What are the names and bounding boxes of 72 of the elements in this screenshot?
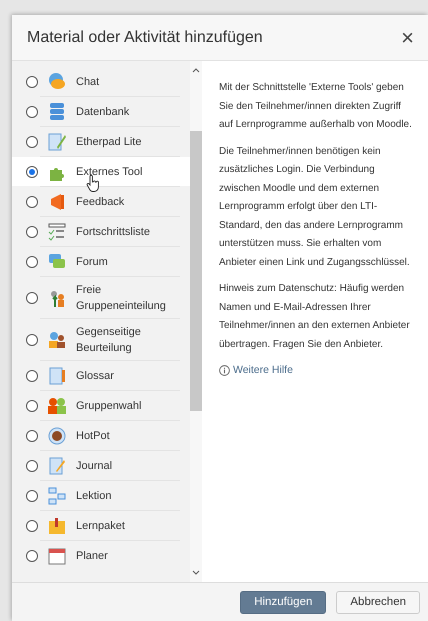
activity-label: Etherpad Lite xyxy=(76,134,142,150)
activity-option[interactable]: Freie Gruppeneinteilung xyxy=(12,277,190,318)
description-paragraph: Mit der Schnittstelle 'Externe Tools' geben Sie den Teilnehmer/innen direkten Zugriff auf Lernprogramme außerhalb von Moodle. xyxy=(219,81,413,132)
activity-label: Fortschrittsliste xyxy=(76,224,151,240)
document-pencil-icon xyxy=(47,456,67,476)
scrollbar-thumb[interactable] xyxy=(190,131,202,411)
radio-button[interactable] xyxy=(26,430,38,442)
chevron-down-icon[interactable] xyxy=(192,570,200,576)
radio-button[interactable] xyxy=(26,460,38,472)
radio-button[interactable] xyxy=(26,334,38,346)
calendar-icon xyxy=(47,546,67,566)
radio-button[interactable] xyxy=(26,550,38,562)
activity-label: Forum xyxy=(76,254,109,270)
activity-label: Glossar xyxy=(76,368,115,384)
radio-button[interactable] xyxy=(26,400,38,412)
two-people-icon xyxy=(47,330,67,350)
radio-button[interactable] xyxy=(26,136,38,148)
activity-label: Lektion xyxy=(76,488,112,504)
radio-button[interactable] xyxy=(26,196,38,208)
activity-label: Lernpaket xyxy=(76,518,126,534)
add-button[interactable]: Hinzufügen xyxy=(240,590,326,614)
activity-label: Planer xyxy=(76,548,109,564)
dialog-title: Material oder Aktivität hinzufügen xyxy=(27,28,263,46)
chat-bubbles-icon xyxy=(47,72,67,92)
radio-button[interactable] xyxy=(26,76,38,88)
radio-button[interactable] xyxy=(26,490,38,502)
help-link[interactable]: Weitere Hilfe xyxy=(219,364,293,376)
activity-label: Freie Gruppeneinteilung xyxy=(76,282,166,314)
radio-button[interactable] xyxy=(26,292,38,304)
info-icon xyxy=(219,364,230,376)
activity-option[interactable]: Forum xyxy=(12,247,190,276)
database-icon xyxy=(47,102,67,122)
radio-button[interactable] xyxy=(26,520,38,532)
people-icon xyxy=(47,396,67,416)
close-button[interactable]: × xyxy=(399,26,416,48)
activity-option[interactable]: Gruppenwahl xyxy=(12,391,190,420)
activity-label: Feedback xyxy=(76,194,126,210)
activity-label: Gegenseitige Beurteilung xyxy=(76,324,142,356)
flowchart-icon xyxy=(47,486,67,506)
description-paragraph: Hinweis zum Datenschutz: Häufig werden Namen und E-Mail-Adressen Ihrer Teilnehmer/innen an den externen Anbieter übertragen. Fragen Sie den Anbieter. xyxy=(219,282,411,352)
chevron-up-icon[interactable] xyxy=(192,67,200,73)
activity-option[interactable]: Glossar xyxy=(12,361,190,390)
radio-button[interactable] xyxy=(26,166,38,178)
book-icon xyxy=(47,366,67,386)
checklist-icon xyxy=(47,222,67,242)
activity-option[interactable]: HotPot xyxy=(12,421,190,450)
package-icon xyxy=(47,516,67,536)
activity-option[interactable]: Chat xyxy=(12,67,190,96)
activity-label: Datenbank xyxy=(76,104,130,120)
scrollbar[interactable] xyxy=(190,61,202,582)
activity-option[interactable]: Journal xyxy=(12,451,190,480)
activity-label: Externes Tool xyxy=(76,164,144,180)
activity-option[interactable]: Lektion xyxy=(12,481,190,510)
activity-label: Chat xyxy=(76,74,100,90)
cancel-button[interactable]: Abbrechen xyxy=(336,590,420,614)
radio-button[interactable] xyxy=(26,370,38,382)
document-pencil-icon xyxy=(47,132,67,152)
activity-option[interactable]: Datenbank xyxy=(12,97,190,126)
description-paragraph: Die Teilnehmer/innen benötigen kein zusätzliches Login. Die Verbindung zwischen Moodle und dem externen Lernprogramm erfolgt über den LTI-Standard, den das andere Lernprogramm unterstützen muss. Sie erhalten vom Anbieter einen Link und Zugangsschlüssel. xyxy=(219,144,411,270)
radio-button[interactable] xyxy=(26,256,38,268)
activity-option[interactable]: Planer xyxy=(12,541,190,570)
activity-label: HotPot xyxy=(76,428,111,444)
activity-option[interactable]: Etherpad Lite xyxy=(12,127,190,156)
activity-label: Gruppenwahl xyxy=(76,398,142,414)
radio-button[interactable] xyxy=(26,226,38,238)
activity-option[interactable]: Gegenseitige Beurteilung xyxy=(12,319,190,360)
activity-option[interactable]: Lernpaket xyxy=(12,511,190,540)
activity-option[interactable]: Feedback xyxy=(12,187,190,216)
radio-button[interactable] xyxy=(26,106,38,118)
activity-label: Journal xyxy=(76,458,114,474)
activity-option[interactable]: Fortschrittsliste xyxy=(12,217,190,246)
hand-pointer-icon xyxy=(86,175,100,192)
